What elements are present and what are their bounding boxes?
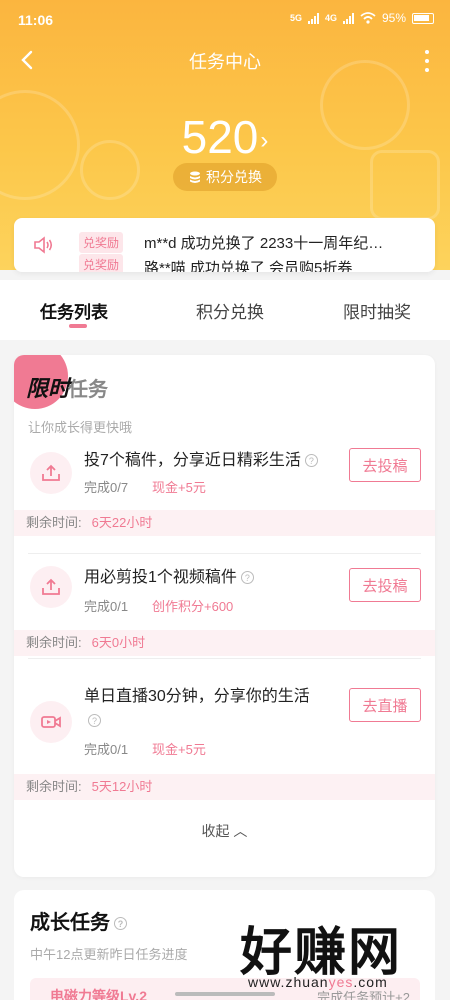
remaining-time-bar: 剩余时间: 5天12小时 [14, 774, 435, 800]
more-menu-button[interactable] [422, 50, 432, 72]
help-icon[interactable]: ? [304, 454, 318, 468]
tab-task-list[interactable]: 任务列表 [40, 298, 108, 323]
net-4g-label: 4G [324, 13, 337, 23]
section-title: 成长任务? [30, 906, 127, 935]
collapse-button[interactable]: 收起 ︿ [14, 821, 435, 841]
wifi-icon [360, 12, 376, 24]
limited-badge-text: 限时 [26, 376, 71, 401]
speaker-icon [34, 236, 53, 254]
signal-icon [342, 12, 354, 24]
chevron-right-icon: › [260, 126, 269, 154]
watermark-url: www.zhuanyes.com [248, 974, 388, 990]
remaining-time-bar: 剩余时间: 6天0小时 [14, 630, 435, 656]
go-live-button[interactable]: 去直播 [349, 688, 421, 722]
video-camera-icon [30, 701, 72, 743]
status-icons: 5G 4G 95% [290, 11, 434, 25]
remaining-time: 6天22小时 [91, 515, 153, 530]
reward-badge: 兑奖励 [79, 232, 124, 253]
site-watermark: 好赚网 www.zhuanyes.com [240, 910, 450, 1000]
submit-post-button[interactable]: 去投稿 [349, 448, 421, 482]
page-title: 任务中心 [189, 52, 261, 72]
task-reward: 创作积分+600 [152, 599, 234, 614]
help-icon[interactable]: ? [88, 714, 101, 728]
divider [28, 658, 421, 659]
status-bar: 11:06 5G 4G 95% [0, 0, 450, 40]
battery-percent: 95% [381, 11, 406, 25]
divider [28, 553, 421, 554]
task-name: 单日直播30分钟，分享你的生活? [84, 688, 310, 728]
upload-icon [30, 452, 72, 494]
task-name: 投7个稿件，分享近日精彩生活? [84, 449, 324, 473]
tab-points-exchange[interactable]: 积分兑换 [196, 298, 264, 323]
points-exchange-button[interactable]: 积分兑换 [173, 163, 277, 191]
ticker-message: m**d 成功兑换了 2233十一周年纪… [144, 235, 384, 252]
home-indicator[interactable] [175, 992, 275, 996]
coin-stack-icon [190, 171, 200, 183]
net-5g-label: 5G [289, 13, 302, 23]
section-subtitle: 让你成长得更快哦 [28, 420, 133, 435]
task-name: 用必剪投1个视频稿件? [84, 566, 324, 590]
section-subtitle: 中午12点更新昨日任务进度 [30, 947, 188, 962]
task-reward: 现金+5元 [152, 480, 206, 495]
section-title: 任务 [68, 379, 108, 401]
battery-icon [412, 12, 434, 24]
level-label: 电磁力等级Lv.2 [50, 988, 147, 1000]
task-progress: 完成0/7 [84, 480, 129, 495]
signal-icon [307, 12, 319, 24]
chevron-up-icon: ︿ [229, 823, 248, 839]
task-progress: 完成0/1 [84, 742, 129, 757]
exchange-label: 积分兑换 [206, 169, 262, 185]
limited-task-card: 限时 任务 让你成长得更快哦 投7个稿件，分享近日精彩生活? 完成0/7 现金+… [14, 355, 435, 877]
tab-active-indicator [69, 324, 87, 328]
points-display[interactable]: 520› [0, 110, 450, 164]
ticker-message: 路**喵 成功兑换了 会员购5折券 [144, 260, 353, 272]
remaining-time: 5天12小时 [91, 779, 153, 794]
submit-post-button[interactable]: 去投稿 [349, 568, 421, 602]
exchange-ticker[interactable]: 兑奖励 兑奖励 m**d 成功兑换了 2233十一周年纪… 路**喵 成功兑换了… [14, 218, 435, 272]
task-progress: 完成0/1 [84, 599, 129, 614]
help-icon[interactable]: ? [114, 917, 127, 931]
remaining-time: 6天0小时 [91, 635, 146, 650]
points-value: 520 [181, 111, 259, 163]
status-time: 11:06 [18, 12, 54, 28]
tab-limited-lottery[interactable]: 限时抽奖 [343, 298, 411, 323]
remaining-time-bar: 剩余时间: 6天22小时 [14, 510, 435, 536]
tab-bar: 任务列表 积分兑换 限时抽奖 [0, 280, 450, 340]
upload-icon [30, 566, 72, 608]
help-icon[interactable]: ? [240, 571, 254, 585]
reward-badge: 兑奖励 [79, 254, 124, 272]
task-reward: 现金+5元 [152, 742, 206, 757]
